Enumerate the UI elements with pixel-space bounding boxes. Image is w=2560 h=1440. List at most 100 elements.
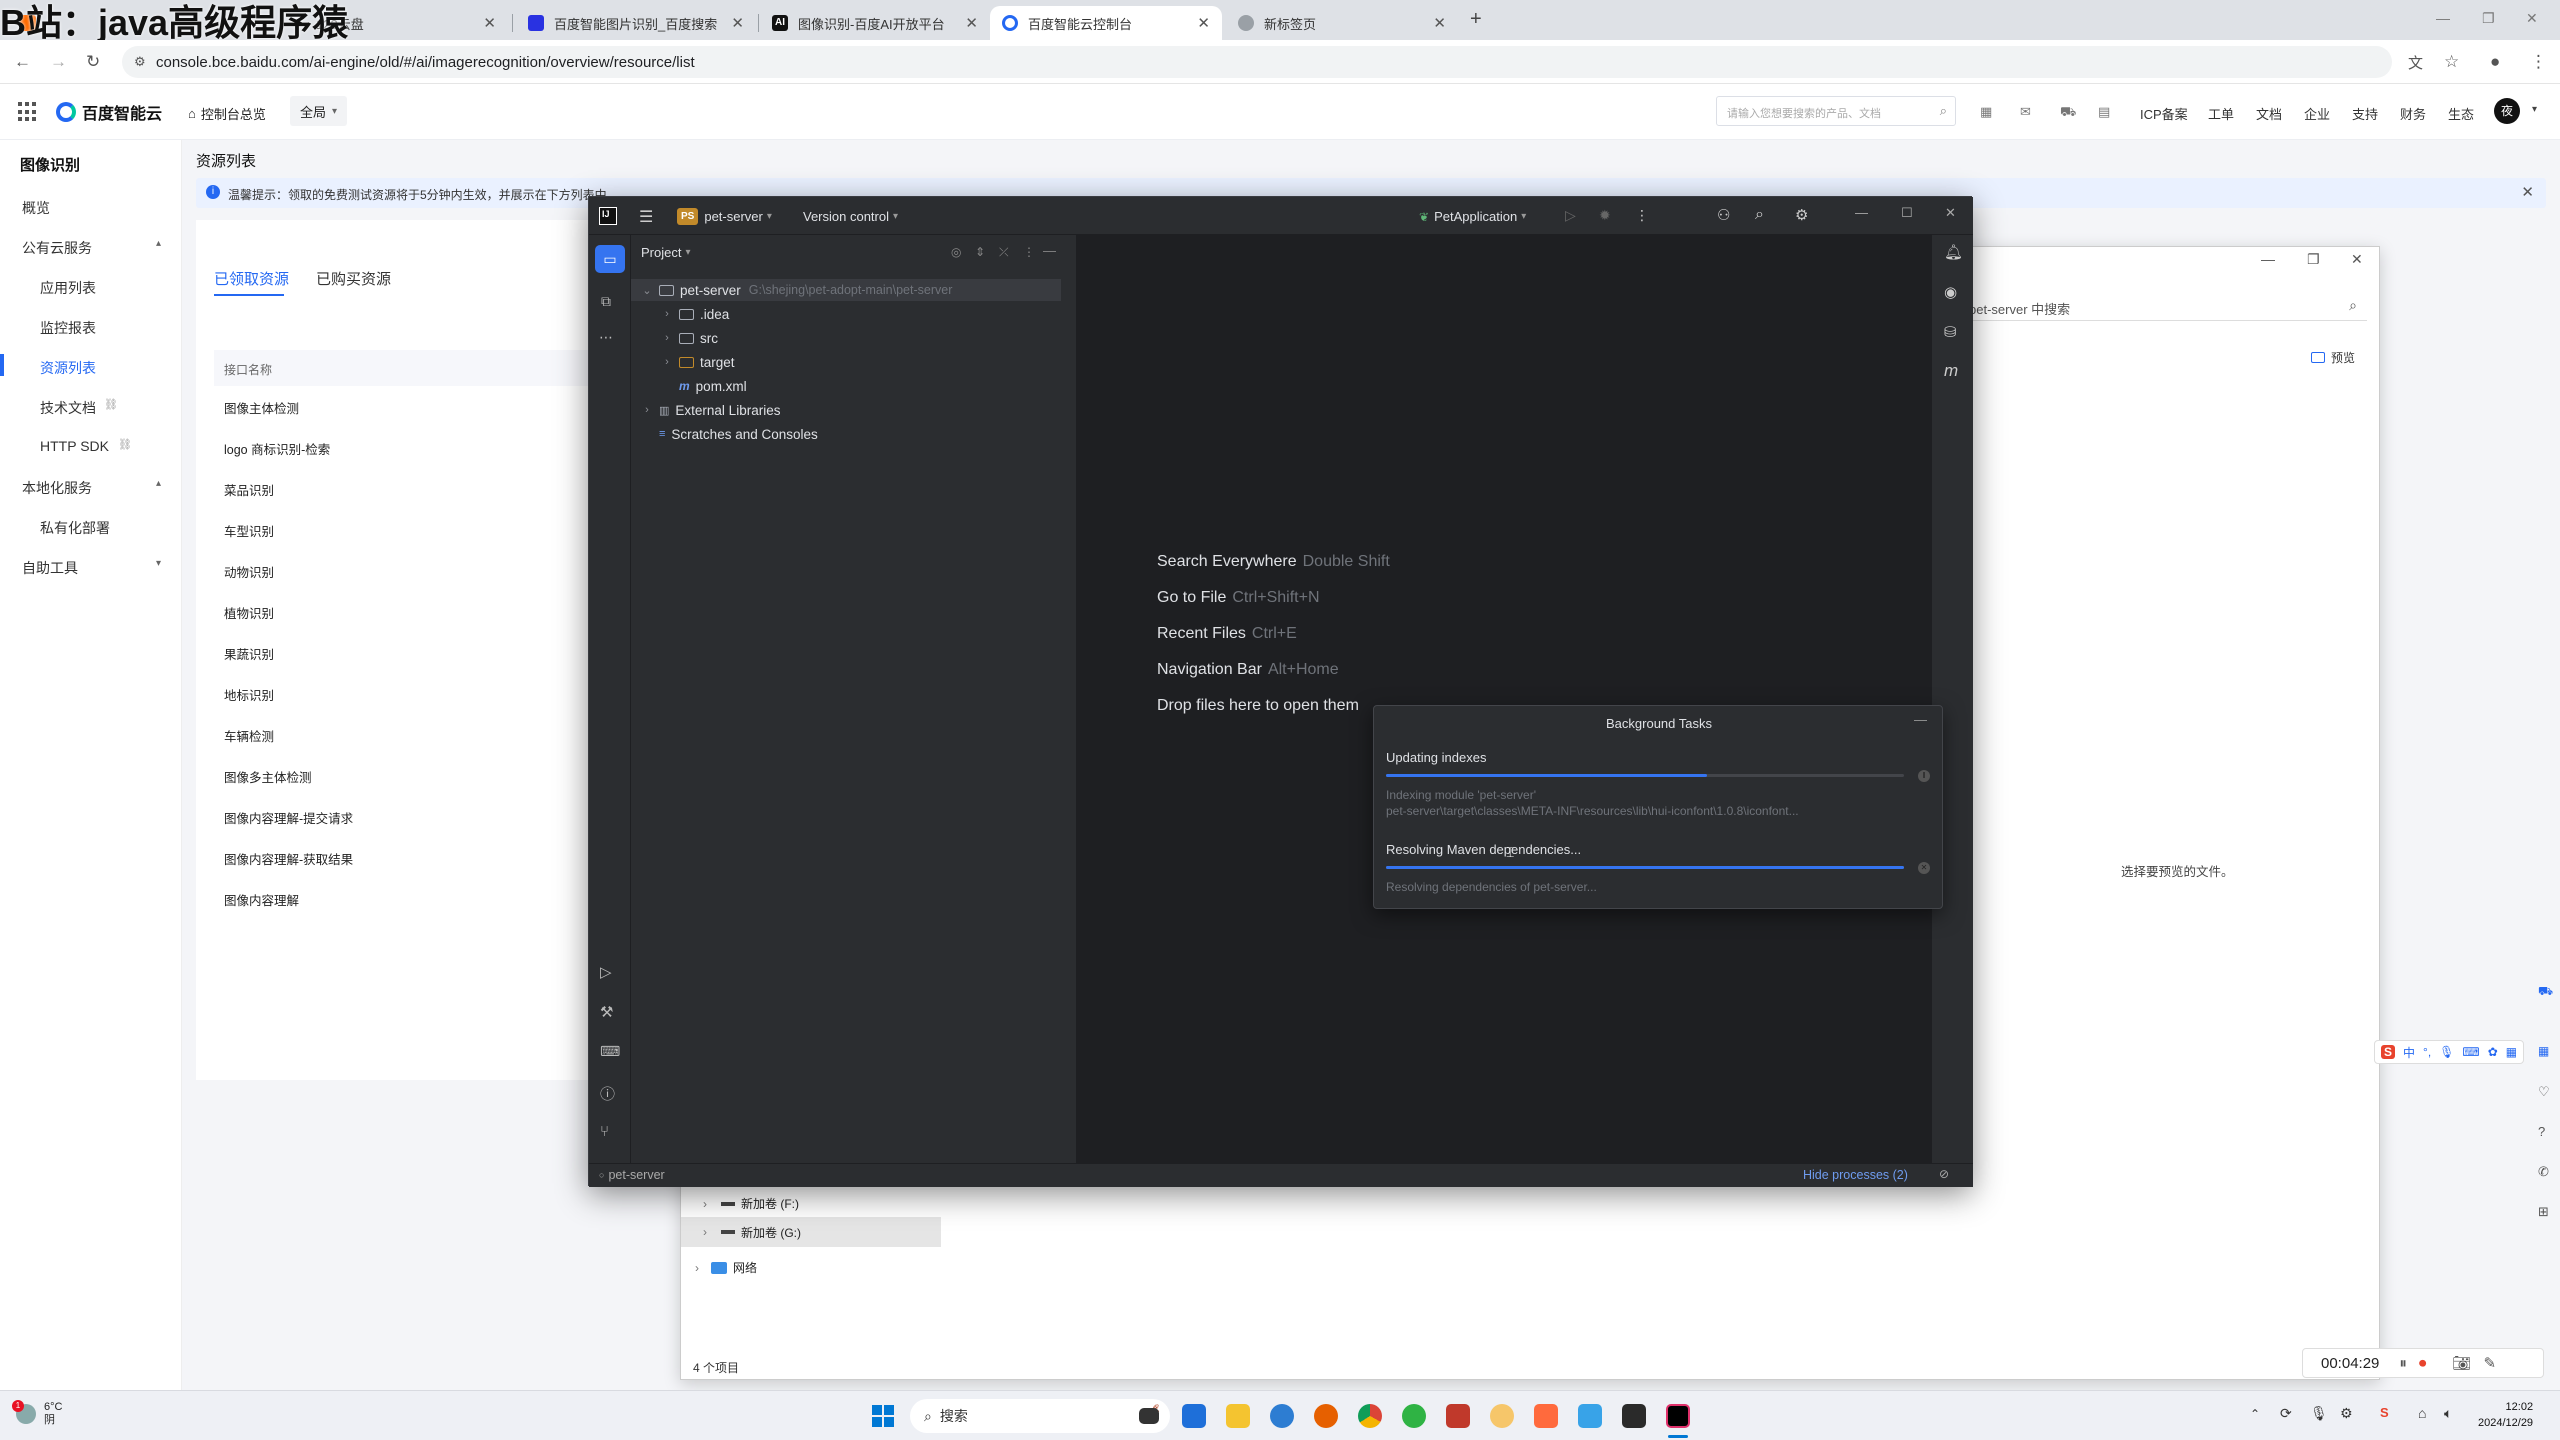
drive-item-f[interactable]: › 新加卷 (F:) bbox=[703, 1195, 799, 1212]
minimize-icon[interactable]: — bbox=[2261, 251, 2275, 267]
hide-processes-link[interactable]: Hide processes (2) bbox=[1803, 1168, 1908, 1182]
notifications-bell-icon[interactable]: 🔔︎ bbox=[1944, 243, 1963, 261]
drive-item-g[interactable]: › 新加卷 (G:) bbox=[681, 1217, 941, 1247]
cart-icon[interactable]: ⛟ bbox=[2538, 984, 2553, 1000]
menu-group-self-tools[interactable]: 自助工具 bbox=[22, 558, 78, 578]
menu-item-overview[interactable]: 概览 bbox=[22, 198, 50, 218]
menu-item-http-sdk[interactable]: HTTP SDK bbox=[40, 438, 109, 454]
database-icon[interactable]: ⛁ bbox=[1944, 323, 1957, 341]
tray-gear-icon[interactable]: ⚙ bbox=[2340, 1405, 2353, 1422]
forward-icon[interactable]: → bbox=[50, 52, 67, 72]
edge-green-icon[interactable] bbox=[1402, 1404, 1426, 1428]
tab-baidu-ai[interactable]: AI 图像识别-百度AI开放平台 ✕ bbox=[760, 6, 990, 40]
chevron-down-icon[interactable]: ▾ bbox=[156, 558, 161, 569]
minimize-icon[interactable]: — bbox=[2436, 10, 2450, 26]
chevron-down-icon[interactable]: ▾ bbox=[2532, 104, 2537, 115]
close-icon[interactable]: ✕ bbox=[731, 14, 744, 32]
tab-purchased[interactable]: 已购买资源 bbox=[316, 268, 391, 289]
network-item[interactable]: › 网络 bbox=[695, 1259, 757, 1276]
sogou-app-icon[interactable] bbox=[1534, 1404, 1558, 1428]
docs-link[interactable]: 文档 bbox=[2256, 104, 2282, 123]
firefox-icon[interactable] bbox=[1314, 1404, 1338, 1428]
avatar[interactable]: 夜 bbox=[2494, 98, 2520, 124]
translate-icon[interactable]: ⽂ bbox=[2408, 52, 2423, 73]
network-wifi-icon[interactable]: ⌂ bbox=[2418, 1405, 2426, 1421]
finance-link[interactable]: 财务 bbox=[2400, 104, 2426, 123]
cart-icon[interactable]: ⛟ bbox=[2060, 104, 2076, 122]
tray-chevron-up-icon[interactable]: ⌃ bbox=[2250, 1407, 2260, 1421]
menu-item-private-deploy[interactable]: 私有化部署 bbox=[40, 518, 110, 538]
phone-icon[interactable]: ✆ bbox=[2538, 1164, 2549, 1180]
ticket-link[interactable]: 工单 bbox=[2208, 104, 2234, 123]
build-hammer-icon[interactable]: ⚒ bbox=[600, 1003, 613, 1021]
preview-button[interactable]: 预览 bbox=[2311, 349, 2355, 366]
reload-icon[interactable]: ↻ bbox=[86, 52, 100, 72]
volume-icon[interactable]: 🔈︎ bbox=[2444, 1405, 2452, 1422]
main-menu-icon[interactable]: ☰ bbox=[639, 207, 653, 227]
menu-item-tech-docs[interactable]: 技术文档 bbox=[40, 398, 96, 418]
console-search-input[interactable]: 请输入您想要搜索的产品、文档 ⌕ bbox=[1716, 96, 1956, 126]
icp-link[interactable]: ICP备案 bbox=[2140, 104, 2188, 123]
qrcode-icon[interactable]: ⊞ bbox=[2538, 1204, 2549, 1220]
ecosystem-link[interactable]: 生态 bbox=[2448, 104, 2474, 123]
cloud-app-icon[interactable] bbox=[1578, 1404, 1602, 1428]
camera-icon[interactable]: 📷︎ bbox=[2452, 1354, 2471, 1372]
settings-gear-icon[interactable]: ⚙ bbox=[1795, 206, 1808, 224]
locate-icon[interactable]: ◎ bbox=[951, 245, 961, 259]
hide-panel-icon[interactable]: — bbox=[1043, 243, 1056, 258]
bookmark-star-icon[interactable]: ☆ bbox=[2444, 52, 2459, 72]
close-icon[interactable]: ✕ bbox=[483, 14, 496, 32]
tree-item-pom[interactable]: m pom.xml bbox=[631, 375, 1077, 397]
minimize-icon[interactable]: — bbox=[1855, 205, 1868, 220]
back-icon[interactable]: ← bbox=[14, 52, 31, 72]
message-icon[interactable]: ✉ bbox=[2020, 104, 2031, 120]
bce-logo[interactable]: 百度智能云 bbox=[56, 100, 162, 124]
maven-icon[interactable]: m bbox=[1944, 361, 1958, 381]
music-app-icon[interactable] bbox=[1490, 1404, 1514, 1428]
menu-group-public-cloud[interactable]: 公有云服务 bbox=[22, 238, 92, 258]
notepad-icon[interactable] bbox=[1622, 1404, 1646, 1428]
task-view-icon[interactable] bbox=[1139, 1408, 1159, 1424]
site-info-icon[interactable]: ⚙ bbox=[134, 54, 146, 70]
menu-item-app-list[interactable]: 应用列表 bbox=[40, 278, 96, 298]
store-icon[interactable] bbox=[1182, 1404, 1206, 1428]
tab-new-tab[interactable]: 新标签页 ✕ bbox=[1226, 6, 1458, 40]
tree-item-src[interactable]: › src bbox=[631, 327, 1077, 349]
debug-icon[interactable]: ✹ bbox=[1599, 207, 1611, 224]
code-with-me-icon[interactable]: ⚇ bbox=[1717, 206, 1730, 224]
more-tools-icon[interactable]: ⋯ bbox=[599, 329, 613, 346]
tree-item-idea[interactable]: › .idea bbox=[631, 303, 1077, 325]
tree-item-external-libraries[interactable]: › ▥ External Libraries bbox=[631, 399, 1077, 421]
edit-pen-icon[interactable]: ✎ bbox=[2483, 1354, 2496, 1372]
vcs-selector[interactable]: Version control ▾ bbox=[803, 209, 898, 224]
pause-icon[interactable]: ‖ bbox=[1918, 770, 1930, 782]
close-icon[interactable]: ✕ bbox=[1197, 14, 1210, 32]
close-window-icon[interactable]: ✕ bbox=[2526, 10, 2538, 27]
structure-icon[interactable]: ⧉ bbox=[601, 293, 611, 310]
chevron-up-icon[interactable]: ▴ bbox=[156, 478, 161, 489]
close-icon[interactable]: ✕ bbox=[1433, 14, 1446, 32]
taskbar-search[interactable]: ⌕ 搜索 bbox=[910, 1399, 1170, 1433]
close-icon[interactable]: ✕ bbox=[2521, 183, 2534, 201]
services-run-icon[interactable]: ▷ bbox=[600, 963, 612, 981]
ime-toolbar[interactable]: S 中 °, 🎙︎ ⌨ ✿ ▦ bbox=[2374, 1040, 2525, 1064]
chrome-icon[interactable] bbox=[1358, 1404, 1382, 1428]
more-actions-icon[interactable]: ⋮ bbox=[1635, 207, 1649, 224]
intellij-taskbar-icon[interactable] bbox=[1666, 1404, 1690, 1428]
windows-start-icon[interactable] bbox=[872, 1405, 894, 1427]
tree-item-target[interactable]: › target bbox=[631, 351, 1077, 373]
stop-record-icon[interactable]: ⏺︎ bbox=[2419, 1355, 2427, 1372]
close-window-icon[interactable]: ✕ bbox=[2351, 251, 2363, 268]
apps-icon[interactable]: ▦ bbox=[2538, 1044, 2549, 1058]
tray-clock[interactable]: 12:02 2024/12/29 bbox=[2478, 1399, 2533, 1431]
close-icon[interactable]: ✕ bbox=[965, 14, 978, 32]
terminal-icon[interactable]: ⌨ bbox=[600, 1043, 620, 1060]
tab-bce-console[interactable]: 百度智能云控制台 ✕ bbox=[990, 6, 1222, 40]
status-project[interactable]: ○ pet-server bbox=[599, 1168, 665, 1182]
search-icon[interactable]: ⌕ bbox=[1940, 103, 1947, 119]
tray-mic-icon[interactable]: 🎙︎ bbox=[2310, 1405, 2328, 1422]
more-menu-icon[interactable]: ⋮ bbox=[2530, 52, 2547, 72]
new-tab-plus-icon[interactable]: + bbox=[1470, 8, 1482, 31]
menu-group-local-service[interactable]: 本地化服务 bbox=[22, 478, 92, 498]
explorer-search-input[interactable]: pet-server 中搜索 ⌕ bbox=[1961, 291, 2367, 321]
